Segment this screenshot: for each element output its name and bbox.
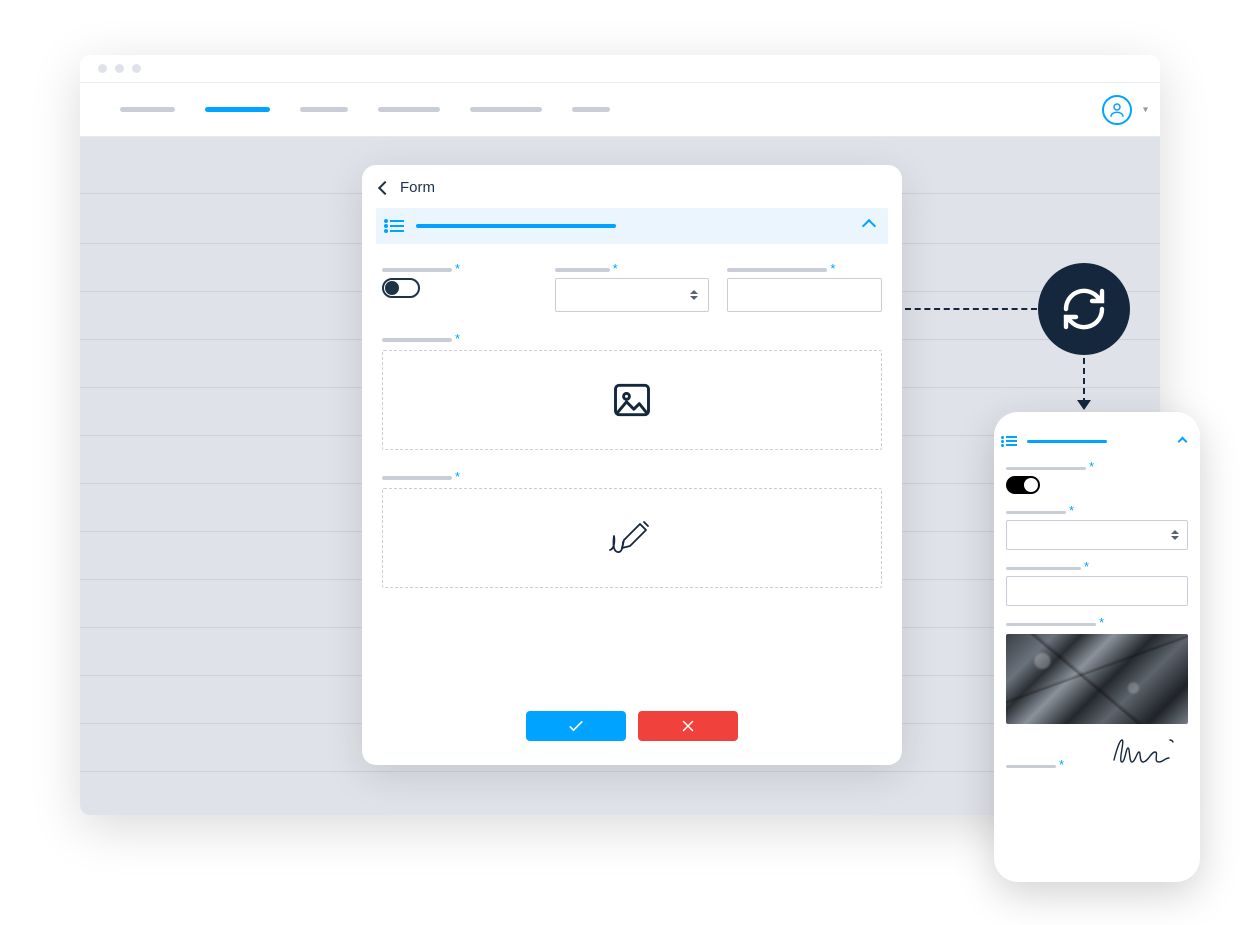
sort-icon <box>690 290 698 300</box>
chrome-dot <box>98 64 107 73</box>
select-field[interactable] <box>1006 520 1188 550</box>
refresh-icon <box>1060 285 1108 333</box>
connector-horizontal <box>905 308 1037 310</box>
section-title-placeholder <box>1027 440 1107 443</box>
toolbar: ▾ <box>80 83 1160 137</box>
connector-vertical <box>1083 358 1085 404</box>
connector-arrowhead-icon <box>1077 400 1091 410</box>
image-upload-area[interactable] <box>382 350 882 450</box>
toggle-field[interactable] <box>382 278 420 298</box>
field-label: * <box>382 474 882 480</box>
avatar-caret-icon[interactable]: ▾ <box>1143 104 1148 115</box>
cancel-button[interactable] <box>638 711 738 741</box>
signature-glyph-icon <box>1110 734 1188 768</box>
phone-device: * * * * * <box>994 412 1200 882</box>
nav-tab[interactable] <box>470 107 542 112</box>
avatar[interactable] <box>1102 95 1132 125</box>
modal-body: * * * * <box>362 244 902 687</box>
chevron-up-icon[interactable] <box>1178 436 1188 446</box>
sync-badge <box>1038 263 1130 355</box>
field-label: * <box>382 336 882 342</box>
chrome-dot <box>132 64 141 73</box>
nav-tab[interactable] <box>378 107 440 112</box>
x-icon <box>679 717 697 735</box>
list-icon <box>1006 436 1017 446</box>
nav-tab[interactable] <box>120 107 175 112</box>
text-input[interactable] <box>1006 576 1188 606</box>
field-label: * <box>1006 762 1064 768</box>
field-label: * <box>1006 620 1188 626</box>
window-chrome <box>80 55 1160 83</box>
section-title-placeholder <box>416 224 616 228</box>
back-icon[interactable] <box>378 180 392 194</box>
confirm-button[interactable] <box>526 711 626 741</box>
nav-tab-active[interactable] <box>205 107 270 112</box>
chevron-up-icon[interactable] <box>864 221 874 231</box>
select-field[interactable] <box>555 278 710 312</box>
field-label: * <box>1006 564 1188 570</box>
modal-title: Form <box>400 179 435 196</box>
sort-icon <box>1171 530 1179 540</box>
modal-header: Form <box>362 165 902 206</box>
modal-footer <box>362 687 902 765</box>
section-header[interactable] <box>376 208 888 244</box>
field-label: * <box>1006 508 1188 514</box>
list-icon <box>390 220 404 232</box>
signature-area[interactable] <box>382 488 882 588</box>
phone-body: * * * * * <box>1006 452 1188 768</box>
image-preview[interactable] <box>1006 634 1188 724</box>
phone-section-header[interactable] <box>1006 430 1188 452</box>
nav-tabs <box>80 107 610 112</box>
text-input[interactable] <box>727 278 882 312</box>
nav-tab[interactable] <box>300 107 348 112</box>
check-icon <box>566 716 586 736</box>
field-label: * <box>382 266 537 272</box>
field-label: * <box>1006 464 1188 470</box>
toggle-field-on[interactable] <box>1006 476 1040 494</box>
field-label: * <box>555 266 710 272</box>
image-icon <box>610 378 654 422</box>
nav-tab[interactable] <box>572 107 610 112</box>
field-label: * <box>727 266 882 272</box>
form-modal: Form * * <box>362 165 902 765</box>
chrome-dot <box>115 64 124 73</box>
signature-icon <box>604 518 660 558</box>
user-icon <box>1108 101 1126 119</box>
